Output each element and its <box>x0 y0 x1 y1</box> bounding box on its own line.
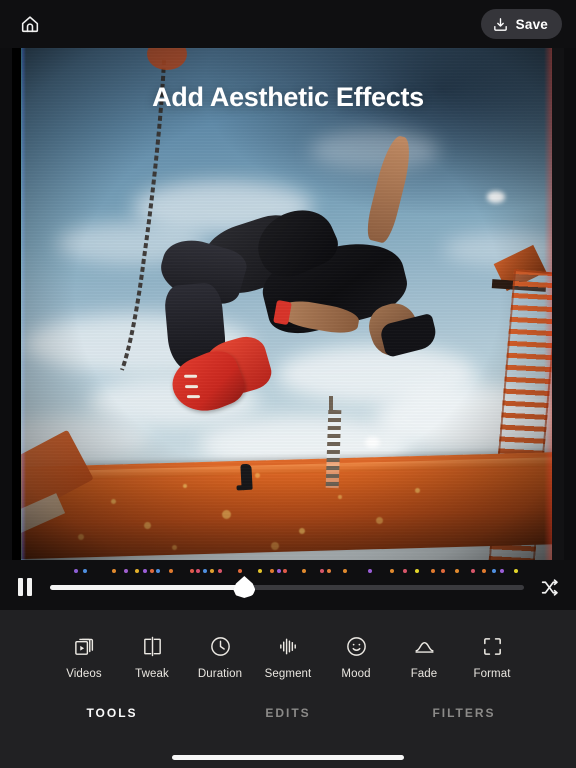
smiley-icon <box>345 634 368 658</box>
bottom-panel: Videos Tweak Duration Segment Mood Fade … <box>0 610 576 768</box>
tab-tools[interactable]: TOOLS <box>24 706 200 720</box>
shuffle-icon <box>541 578 558 596</box>
bottom-tabs: TOOLS EDITS FILTERS <box>0 706 576 720</box>
slider-handle[interactable] <box>233 576 256 598</box>
tool-label: Format <box>473 668 511 680</box>
video-editor-app: Save Add Aesthetic Effects Videos Tweak … <box>0 0 576 768</box>
top-bar: Save <box>0 0 576 48</box>
tool-tweak[interactable]: Tweak <box>118 634 186 680</box>
bokeh-particle <box>221 510 231 520</box>
bokeh-particle <box>172 544 178 550</box>
frame-border-right <box>552 48 564 560</box>
fade-curve-icon <box>413 634 436 658</box>
pause-icon <box>18 578 23 596</box>
flipping-person <box>155 133 454 427</box>
tool-label: Fade <box>410 668 438 680</box>
download-save-icon <box>493 17 507 31</box>
tab-filters[interactable]: FILTERS <box>376 706 552 720</box>
distant-person <box>240 463 253 491</box>
waveform-icon <box>277 634 300 658</box>
video-frame <box>12 48 564 560</box>
crop-brackets-icon <box>481 634 504 658</box>
tool-duration[interactable]: Duration <box>186 634 254 680</box>
tool-mood[interactable]: Mood <box>322 634 390 680</box>
tool-fade[interactable]: Fade <box>390 634 458 680</box>
video-preview-stage[interactable]: Add Aesthetic Effects <box>12 48 564 560</box>
home-indicator[interactable] <box>172 755 404 760</box>
pause-button[interactable] <box>14 576 36 598</box>
clock-icon <box>209 634 232 658</box>
playback-slider[interactable] <box>50 575 524 599</box>
tool-videos[interactable]: Videos <box>50 634 118 680</box>
tool-label: Duration <box>197 668 243 680</box>
video-stack-icon <box>73 634 96 658</box>
slider-fill <box>50 584 245 590</box>
home-button[interactable] <box>14 8 46 40</box>
tool-label: Tweak <box>135 668 169 680</box>
tools-row: Videos Tweak Duration Segment Mood Fade … <box>0 610 576 680</box>
save-button[interactable]: Save <box>480 9 562 39</box>
split-panel-icon <box>141 634 164 658</box>
pause-icon <box>27 578 32 596</box>
shuffle-button[interactable] <box>538 575 562 599</box>
tool-segment[interactable]: Segment <box>254 634 322 680</box>
save-button-label: Save <box>515 16 548 32</box>
home-icon <box>21 16 39 33</box>
bokeh-particle <box>337 494 342 499</box>
bokeh-particle <box>254 473 260 479</box>
bokeh-particle <box>78 533 85 540</box>
tool-label: Videos <box>66 668 102 680</box>
tab-edits[interactable]: EDITS <box>200 706 376 720</box>
tool-label: Mood <box>341 668 371 680</box>
transport-bar <box>0 560 576 610</box>
frame-border-left <box>12 48 21 560</box>
tool-label: Segment <box>264 668 312 680</box>
tool-format[interactable]: Format <box>458 634 526 680</box>
